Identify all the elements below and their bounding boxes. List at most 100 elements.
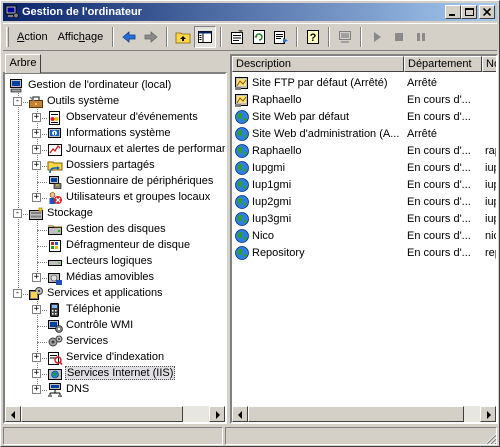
show-hide-tree-button[interactable] (194, 26, 217, 48)
list-row[interactable]: Site Web d'administration (A... Arrêté (232, 125, 496, 142)
tree-item-label: Informations système (66, 127, 171, 139)
tree-item-system-tools[interactable]: - Outils système (5, 94, 225, 110)
list-row[interactable]: Nico En cours d'... nic (232, 227, 496, 244)
details-pane[interactable]: Description Département No Site FTP par … (230, 54, 498, 424)
expand-icon[interactable]: + (32, 305, 41, 314)
tree-item-local-users[interactable]: + Utilisateurs et groupes locaux (5, 190, 225, 206)
list-row[interactable]: Site Web par défaut En cours d'... (232, 108, 496, 125)
collapse-icon[interactable]: - (13, 97, 22, 106)
scroll-track[interactable] (21, 406, 209, 422)
scroll-right-button[interactable] (209, 406, 225, 422)
expand-icon[interactable]: + (32, 385, 41, 394)
refresh-button[interactable] (248, 26, 270, 48)
cell-department: En cours d'... (407, 110, 471, 123)
expand-icon[interactable]: + (32, 369, 41, 378)
action-menu[interactable]: Action (12, 29, 53, 45)
tree-item-logical-drives[interactable]: Lecteurs logiques (5, 254, 225, 270)
cell-department: En cours d'... (407, 195, 471, 208)
cell-department: En cours d'... (407, 178, 471, 191)
device-manager-icon (49, 176, 62, 189)
tree-root-computer-management[interactable]: Gestion de l'ordinateur (local) (5, 78, 225, 94)
list-row[interactable]: Iup3gmi En cours d'... iup (232, 210, 496, 227)
tree-item-device-manager[interactable]: Gestionnaire de périphériques (5, 174, 225, 190)
tree-item-services-and-applications[interactable]: - Services et applications (5, 286, 225, 302)
list-row[interactable]: Iup2gmi En cours d'... iup (232, 193, 496, 210)
minimize-button[interactable] (445, 5, 461, 19)
tree-item-label: Dossiers partagés (66, 159, 155, 171)
scroll-left-button[interactable] (5, 406, 21, 422)
list-row[interactable]: Repository En cours d'... rep (232, 244, 496, 261)
expand-icon[interactable]: + (32, 129, 41, 138)
help-button[interactable]: ? (302, 26, 324, 48)
title-bar[interactable]: Gestion de l'ordinateur (3, 3, 497, 21)
tree-item-dns[interactable]: + DNS (5, 382, 225, 398)
tree-item-services[interactable]: Services (5, 334, 225, 350)
scroll-track[interactable] (248, 406, 480, 422)
tree-item-removable-media[interactable]: + Médias amovibles (5, 270, 225, 286)
tree-pane: Arbre Gestion de l'ordinateur (local) - Ou… (3, 54, 227, 424)
console-tree[interactable]: Gestion de l'ordinateur (local) - Outils s… (3, 72, 227, 424)
list-horizontal-scrollbar[interactable] (232, 406, 496, 422)
scroll-thumb[interactable] (248, 406, 464, 422)
tree-item-iis[interactable]: + Services Internet (IIS) (5, 366, 225, 382)
cell-department: En cours d'... (407, 144, 471, 157)
tree-item-wmi-control[interactable]: Contrôle WMI (5, 318, 225, 334)
tree-item-label: Services (66, 335, 109, 347)
column-header-third[interactable]: No (482, 56, 496, 72)
tree-item-defragmenter[interactable]: Défragmenteur de disque (5, 238, 225, 254)
list-row[interactable]: Site FTP par défaut (Arrêté) Arrêté (232, 74, 496, 91)
expand-icon[interactable]: + (32, 145, 41, 154)
expand-icon[interactable]: + (32, 161, 41, 170)
services-apps-icon (29, 287, 43, 300)
up-one-level-button[interactable] (172, 26, 194, 48)
tree-item-disk-management[interactable]: Gestion des disques (5, 222, 225, 238)
list-row[interactable]: Raphaello En cours d'... (232, 91, 496, 108)
pause-button (410, 26, 432, 48)
collapse-icon[interactable]: - (13, 289, 22, 298)
tree-item-label: Gestion des disques (66, 223, 166, 235)
collapse-icon[interactable]: - (13, 209, 22, 218)
expand-icon[interactable]: + (32, 113, 41, 122)
export-list-button[interactable] (270, 26, 292, 48)
tree-item-label: Lecteurs logiques (66, 255, 153, 267)
back-button[interactable] (118, 26, 140, 48)
tree-item-shared-folders[interactable]: + Dossiers partagés (5, 158, 225, 174)
status-bar (3, 427, 497, 445)
list-row[interactable]: Raphaello En cours d'... rap (232, 142, 496, 159)
tree-item-storage[interactable]: - Stockage (5, 206, 225, 222)
tree-item-label: Service d'indexation (66, 351, 165, 363)
expand-icon[interactable]: + (32, 273, 41, 282)
tree-item-label: Gestion de l'ordinateur (local) (28, 79, 172, 91)
forward-arrow-icon (144, 31, 158, 43)
storage-icon (29, 207, 43, 220)
tree-item-indexing-service[interactable]: + Service d'indexation (5, 350, 225, 366)
stop-icon (395, 33, 404, 41)
drive-icon (48, 260, 62, 266)
size-grip-icon[interactable] (485, 433, 497, 445)
scroll-right-button[interactable] (480, 406, 496, 422)
list-row[interactable]: Iup1gmi En cours d'... iup (232, 176, 496, 193)
tree-item-event-viewer[interactable]: + Observateur d'événements (5, 110, 225, 126)
expand-icon[interactable]: + (32, 193, 41, 202)
forward-button[interactable] (140, 26, 162, 48)
cell-description: Iupgmi (232, 160, 404, 176)
list-row[interactable]: Iupgmi En cours d'... iup (232, 159, 496, 176)
column-header-description[interactable]: Description (232, 56, 404, 72)
properties-button[interactable] (226, 26, 248, 48)
svg-text:?: ? (310, 32, 317, 44)
tree-item-performance-logs[interactable]: + Journaux et alertes de performance (5, 142, 225, 158)
tree-item-system-information[interactable]: + Informations système (5, 126, 225, 142)
toolbar-grip[interactable] (6, 27, 9, 47)
play-icon (374, 32, 382, 42)
close-button[interactable] (479, 5, 495, 19)
tab-tree[interactable]: Arbre (5, 54, 41, 73)
expand-icon[interactable]: + (32, 353, 41, 362)
maximize-button[interactable] (461, 5, 477, 19)
tree-horizontal-scrollbar[interactable] (5, 406, 225, 422)
scroll-left-button[interactable] (232, 406, 248, 422)
column-header-department[interactable]: Département (404, 56, 482, 72)
tree-item-telephony[interactable]: + Téléphonie (5, 302, 225, 318)
scroll-thumb[interactable] (21, 406, 183, 422)
view-menu[interactable]: Affichage (53, 29, 109, 45)
cell-third: iup (485, 161, 496, 174)
